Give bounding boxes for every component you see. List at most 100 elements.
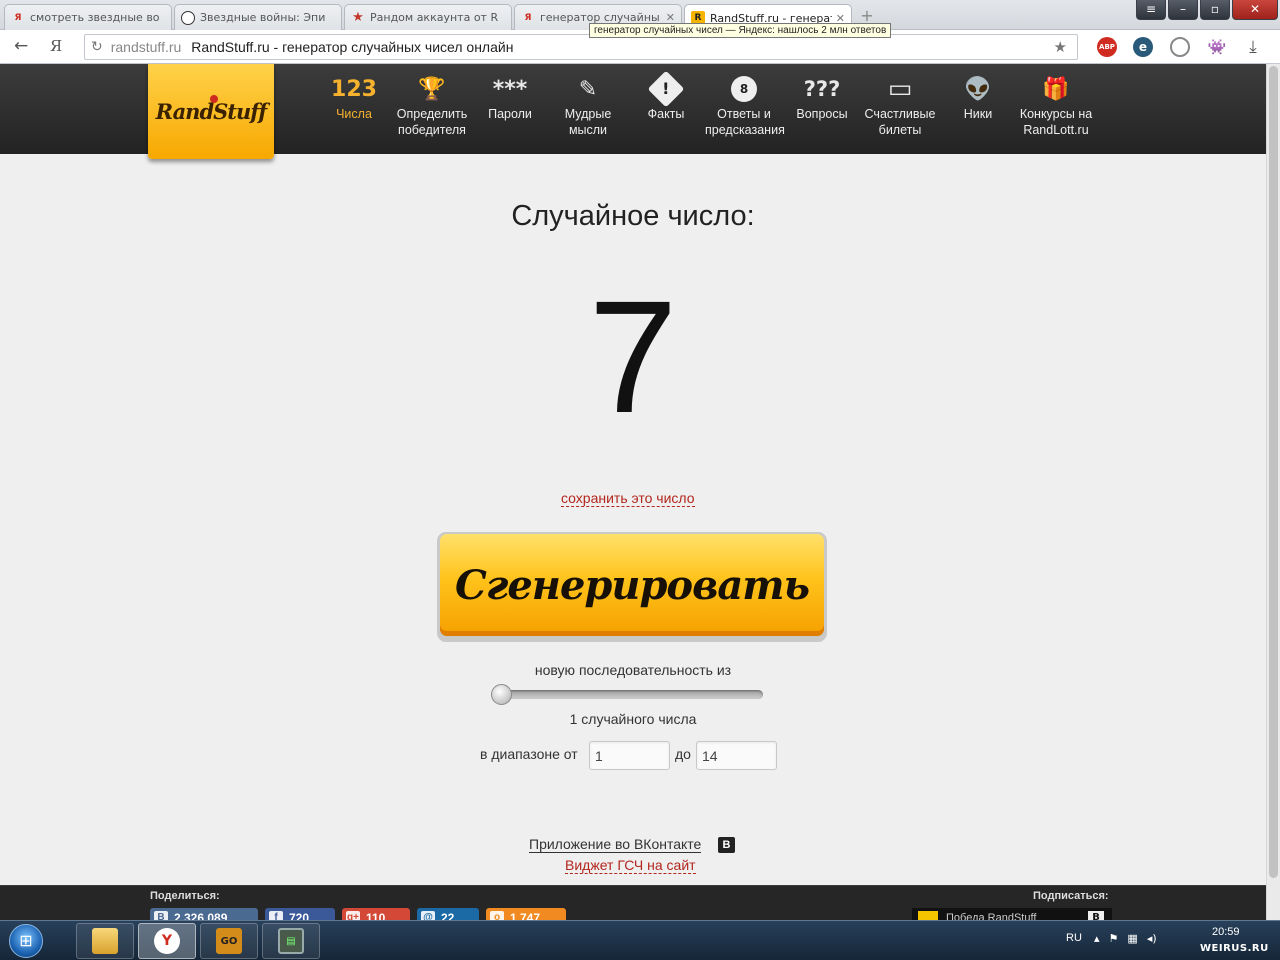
system-tray: ▴ ⚑ ▦ ◂) <box>1094 932 1157 945</box>
vk-icon: В <box>1088 911 1104 920</box>
tab-1[interactable]: Я смотреть звездные во <box>4 4 172 30</box>
scrollbar-thumb[interactable] <box>1269 66 1278 878</box>
nav-winner[interactable]: 🏆 Определить победителя <box>393 72 471 138</box>
adblock-icon[interactable]: ABP <box>1097 37 1117 57</box>
taskbar-task-manager[interactable]: ▤ <box>262 923 320 959</box>
nav-label: Конкурсы на RandLott.ru <box>1019 107 1093 137</box>
nav-label: Вопросы <box>796 107 848 121</box>
space-invader-icon[interactable]: 👾 <box>1207 37 1227 57</box>
nav-passwords[interactable]: *** Пароли <box>471 72 549 122</box>
extension-e-icon[interactable]: e <box>1133 37 1153 57</box>
random-number-result: 7 <box>588 267 678 446</box>
share-facebook-button[interactable]: f 720 <box>265 908 335 920</box>
logo-dot <box>210 95 218 103</box>
share-mailru-button[interactable]: @22 <box>417 908 479 920</box>
count-slider-handle[interactable] <box>491 684 512 705</box>
password-icon: *** <box>492 76 528 102</box>
taskbar-yandex-browser[interactable]: Y <box>138 923 196 959</box>
scroll-icon: ✎ <box>578 76 598 102</box>
minimize-button[interactable]: – <box>1168 0 1198 20</box>
save-number-link[interactable]: сохранить это число <box>561 490 695 507</box>
subscribe-widget[interactable]: Победа RandStuff В <box>912 908 1112 920</box>
warning-icon: ! <box>627 70 705 108</box>
trophy-icon: 🏆 <box>418 76 446 102</box>
globe-icon[interactable] <box>1170 37 1190 57</box>
flag-icon[interactable]: ⚑ <box>1109 932 1119 945</box>
vk-app-link[interactable]: Приложение во ВКонтакте <box>529 836 702 853</box>
ticket-icon: ▭ <box>887 74 913 104</box>
csgo-icon: GO <box>216 928 242 954</box>
nav-numbers[interactable]: 123 Числа <box>315 72 393 122</box>
subscribe-label: Подписаться: <box>1033 890 1109 902</box>
tab-title: смотреть звездные во <box>30 11 160 24</box>
generate-button-face: Сгенерировать <box>440 534 824 636</box>
close-window-button[interactable]: ✕ <box>1232 0 1278 20</box>
tab-2[interactable]: Звездные войны: Эпи <box>174 4 342 30</box>
nav-label: Пароли <box>488 107 532 121</box>
page-title: Случайное число: <box>511 200 755 232</box>
tab-title: Звездные войны: Эпи <box>200 11 326 24</box>
subscribe-logo-icon <box>918 911 938 920</box>
tray-expand-icon[interactable]: ▴ <box>1094 932 1100 945</box>
count-label: 1 случайного числа <box>569 711 697 727</box>
nav-nicknames[interactable]: 👽 Ники <box>939 72 1017 122</box>
share-count: 720 <box>289 911 310 920</box>
bookmark-star-icon[interactable]: ★ <box>1054 38 1067 56</box>
generate-button-label: Сгенерировать <box>455 561 810 609</box>
window-controls: ≡ – ▫ ✕ <box>1136 0 1278 20</box>
yandex-browser-icon: Y <box>154 928 180 954</box>
start-button[interactable]: ⊞ <box>4 921 48 960</box>
subscribe-text: Победа RandStuff <box>946 912 1037 920</box>
vk-icon: В <box>154 911 168 920</box>
nav-contests[interactable]: 🎁 Конкурсы на RandLott.ru <box>1017 72 1095 138</box>
widget-link[interactable]: Виджет ГСЧ на сайт <box>565 857 696 874</box>
clock[interactable]: 20:59 <box>1212 926 1240 938</box>
generate-button[interactable]: Сгенерировать <box>437 532 827 642</box>
star-icon: ★ <box>352 10 364 25</box>
nav-facts[interactable]: ! Факты <box>627 70 705 122</box>
nav-tickets[interactable]: ▭ Счастливые билеты <box>861 72 939 138</box>
alien-icon: 👽 <box>964 76 992 102</box>
keyboard-language[interactable]: RU <box>1066 932 1082 944</box>
nav-label: Ответы и предсказания <box>705 107 785 137</box>
gift-icon: 🎁 <box>1042 76 1070 102</box>
nav-label: Определить победителя <box>396 107 468 137</box>
tab-title: Рандом аккаунта от R <box>370 11 499 24</box>
share-vk-button[interactable]: В 2 326 089 <box>150 908 258 920</box>
randstuff-logo[interactable]: RandStuff <box>148 64 274 159</box>
yandex-icon: Я <box>524 12 532 23</box>
share-google-plus-button[interactable]: g+ 110 <box>342 908 410 920</box>
share-odnoklassniki-button[interactable]: o 1 747 <box>486 908 566 920</box>
page-scrollbar[interactable] <box>1266 64 1280 920</box>
url-domain: randstuff.ru <box>110 39 182 55</box>
range-to-input[interactable] <box>696 741 777 770</box>
taskbar-explorer[interactable] <box>76 923 134 959</box>
nav-label: Числа <box>336 107 372 121</box>
back-arrow-icon[interactable]: ← <box>14 36 28 56</box>
download-icon[interactable]: ⤓ <box>1243 37 1263 57</box>
url-field[interactable]: ↻ randstuff.ru RandStuff.ru - генератор … <box>84 34 1078 60</box>
windows-taskbar: ⊞ Y GO ▤ RU ▴ ⚑ ▦ ◂) 20:59 <box>0 920 1280 960</box>
nav-predictions[interactable]: 8 Ответы и предсказания <box>705 72 785 138</box>
yandex-home-icon[interactable]: Я <box>50 37 62 55</box>
nav-quotes[interactable]: ✎ Мудрые мысли <box>549 72 627 138</box>
eight-ball-glyph: 8 <box>731 76 757 102</box>
range-from-input[interactable] <box>589 741 670 770</box>
count-slider-track[interactable] <box>495 690 763 699</box>
task-manager-icon: ▤ <box>278 928 304 954</box>
tab-3[interactable]: ★ Рандом аккаунта от R <box>344 4 512 30</box>
nav-label: Факты <box>647 107 685 121</box>
facebook-icon: f <box>269 911 283 920</box>
vk-icon[interactable]: В <box>718 837 735 853</box>
range-from-label: в диапазоне от <box>480 746 578 762</box>
network-icon[interactable]: ▦ <box>1127 932 1137 945</box>
volume-icon[interactable]: ◂) <box>1147 932 1157 945</box>
share-count: 22 <box>441 911 455 920</box>
reload-icon[interactable]: ↻ <box>91 39 103 55</box>
browser-menu-button[interactable]: ≡ <box>1136 0 1166 20</box>
google-plus-icon: g+ <box>346 911 360 920</box>
nav-questions[interactable]: ??? Вопросы <box>783 72 861 122</box>
taskbar-csgo[interactable]: GO <box>200 923 258 959</box>
maximize-button[interactable]: ▫ <box>1200 0 1230 20</box>
question-icon: ??? <box>803 77 841 101</box>
